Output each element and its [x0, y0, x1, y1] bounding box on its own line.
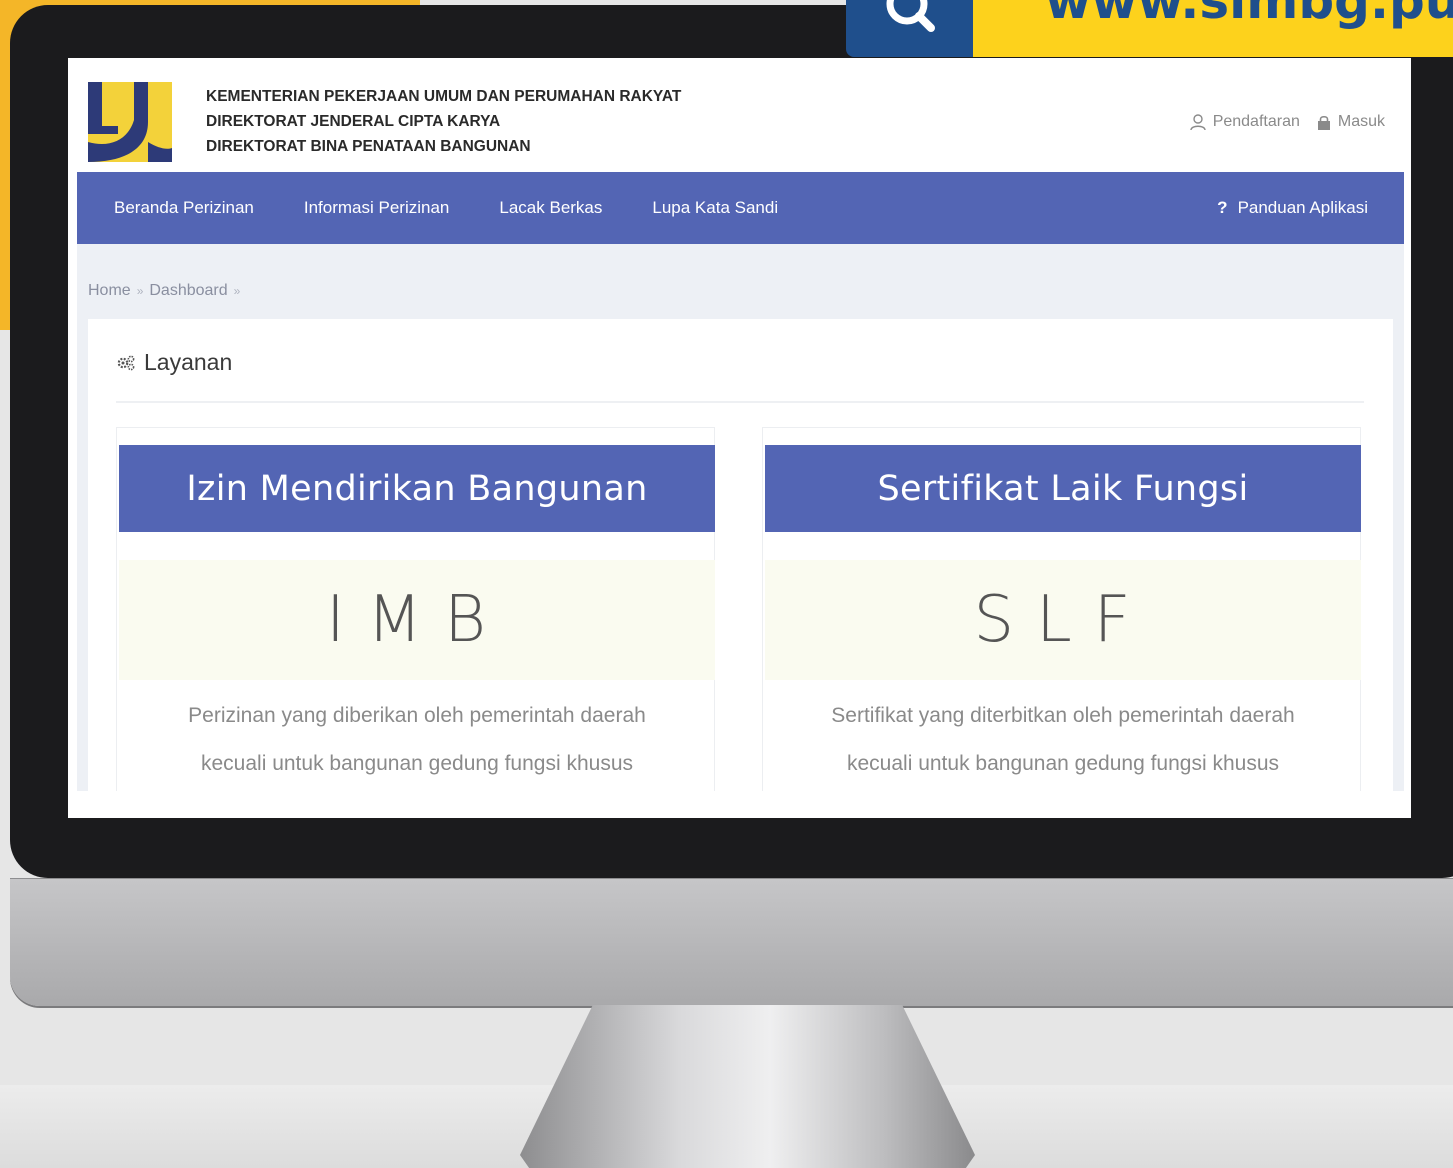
card-abbreviation: SLF	[765, 560, 1361, 680]
org-line: DIREKTORAT BINA PENATAAN BANGUNAN	[206, 138, 531, 155]
service-card-slf[interactable]: Sertifikat Laik Fungsi SLF Sertifikat ya…	[762, 427, 1361, 799]
org-line: DIREKTORAT JENDERAL CIPTA KARYA	[206, 113, 501, 130]
breadcrumb-separator: »	[233, 284, 241, 298]
gears-icon	[117, 355, 135, 370]
breadcrumb-home[interactable]: Home	[88, 282, 131, 299]
nav-item-informasi-perizinan[interactable]: Informasi Perizinan	[304, 198, 450, 218]
breadcrumb: Home » Dashboard »	[88, 282, 246, 300]
card-title[interactable]: Sertifikat Laik Fungsi	[765, 445, 1361, 532]
url-text: www.simbg.pu	[1045, 0, 1453, 30]
content-area: Home » Dashboard » Layanan Izin Mendirikan …	[77, 244, 1404, 799]
divider	[116, 401, 1364, 403]
panel-title: Layanan	[116, 349, 232, 376]
register-label: Pendaftaran	[1212, 113, 1300, 130]
nav-item-beranda-perizinan[interactable]: Beranda Perizinan	[114, 198, 254, 218]
login-label: Masuk	[1337, 113, 1385, 130]
search-button[interactable]	[846, 0, 973, 57]
main-nav: Beranda Perizinan Informasi Perizinan La…	[77, 172, 1404, 244]
url-banner: www.simbg.pu	[973, 0, 1453, 57]
nav-item-lacak-berkas[interactable]: Lacak Berkas	[499, 198, 602, 218]
card-abbreviation: IMB	[119, 560, 715, 680]
breadcrumb-separator: »	[136, 284, 144, 298]
card-description: Perizinan yang diberikan oleh pemerintah…	[119, 692, 715, 788]
help-guide-link[interactable]: ? Panduan Aplikasi	[1217, 172, 1368, 244]
screen-bottom-edge	[68, 791, 1411, 818]
user-icon	[1189, 114, 1206, 131]
card-title[interactable]: Izin Mendirikan Bangunan	[119, 445, 715, 532]
panel-title-label: Layanan	[144, 349, 233, 375]
help-guide-label: Panduan Aplikasi	[1237, 198, 1368, 217]
card-description: Sertifikat yang diterbitkan oleh pemerin…	[765, 692, 1361, 788]
browser-screen: KEMENTERIAN PEKERJAAN UMUM DAN PERUMAHAN…	[68, 58, 1411, 818]
auth-links: Pendaftaran Masuk	[1189, 113, 1385, 131]
org-line: KEMENTERIAN PEKERJAAN UMUM DAN PERUMAHAN…	[206, 88, 682, 105]
register-link[interactable]: Pendaftaran	[1189, 113, 1300, 131]
search-icon	[886, 0, 935, 32]
card-description-line: kecuali untuk bangunan gedung fungsi khu…	[201, 752, 633, 775]
lock-icon	[1317, 115, 1330, 130]
monitor-stand	[520, 1005, 975, 1168]
breadcrumb-dashboard[interactable]: Dashboard	[149, 282, 227, 299]
organization-name: KEMENTERIAN PEKERJAAN UMUM DAN PERUMAHAN…	[206, 84, 681, 159]
services-panel: Layanan Izin Mendirikan Bangunan IMB Per…	[88, 319, 1393, 799]
nav-item-lupa-kata-sandi[interactable]: Lupa Kata Sandi	[652, 198, 778, 218]
monitor-chin	[10, 878, 1453, 1006]
login-link[interactable]: Masuk	[1316, 113, 1385, 131]
card-description-line: Perizinan yang diberikan oleh pemerintah…	[188, 704, 646, 727]
question-icon: ?	[1217, 198, 1228, 217]
service-card-imb[interactable]: Izin Mendirikan Bangunan IMB Perizinan y…	[116, 427, 715, 799]
card-description-line: Sertifikat yang diterbitkan oleh pemerin…	[831, 704, 1295, 727]
pu-logo	[88, 82, 172, 162]
card-description-line: kecuali untuk bangunan gedung fungsi khu…	[847, 752, 1279, 775]
